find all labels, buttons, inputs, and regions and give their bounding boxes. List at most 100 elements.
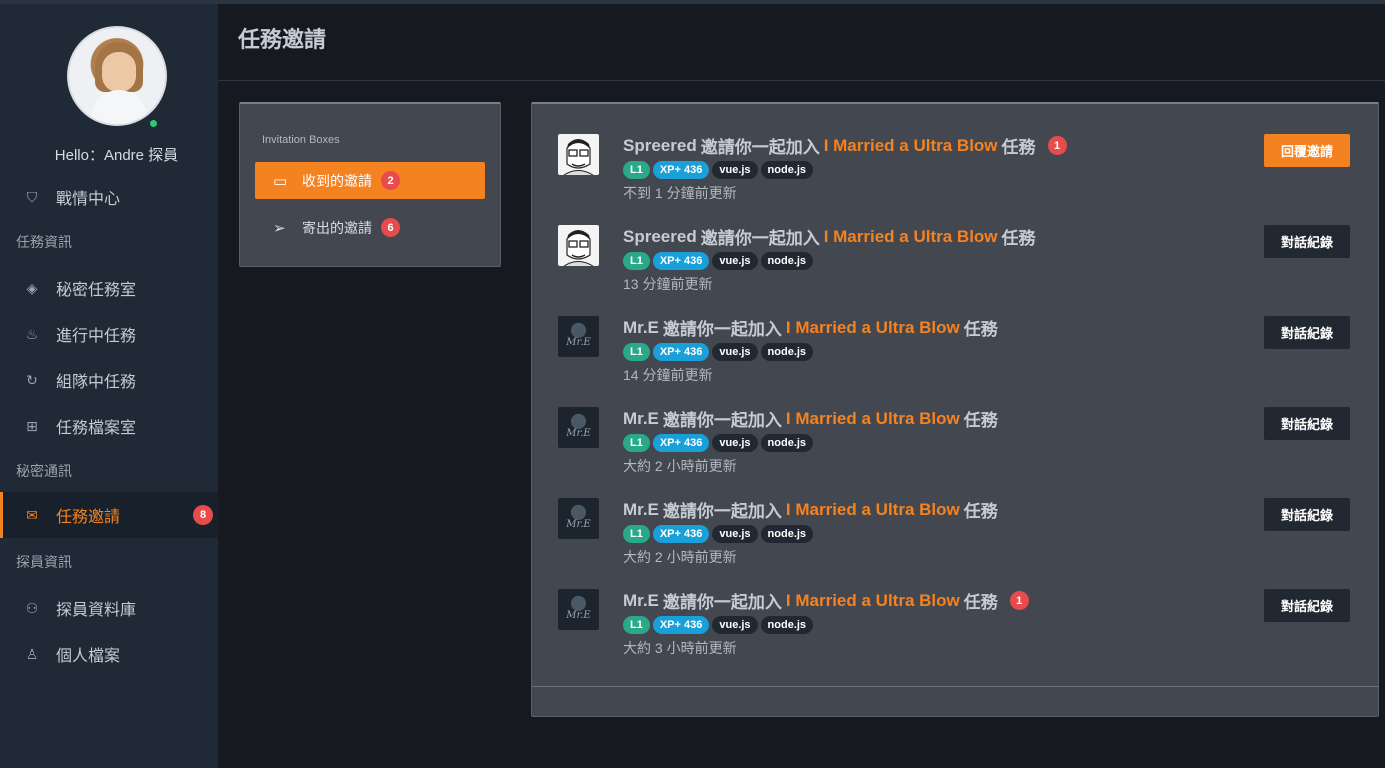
level-tag: L1: [623, 434, 650, 452]
tag-list: L1 XP+ 436 vue.js node.js: [623, 434, 814, 452]
sidebar-item-archive[interactable]: ⊞ 任務檔案室: [0, 403, 218, 449]
reply-invitation-button[interactable]: 回覆邀請: [1264, 134, 1350, 167]
project-link[interactable]: I Married a Ultra Blow: [824, 227, 998, 247]
invite-text: 邀請你一起加入: [662, 411, 782, 430]
invite-text: 邀請你一起加入: [700, 229, 820, 248]
online-status-icon: [149, 119, 158, 128]
section-secret-comms: 秘密通訊: [16, 463, 72, 479]
mission-suffix: 任務: [963, 502, 998, 521]
mission-suffix: 任務: [1001, 138, 1036, 157]
avatar-drawing: [563, 139, 594, 175]
refresh-icon: ↻: [26, 371, 38, 388]
sidebar-item-label: 組隊中任務: [56, 374, 137, 391]
invitation-title: Mr.E 邀請你一起加入 I Married a Ultra Blow 任務: [623, 315, 998, 340]
unread-badge: 1: [1047, 136, 1067, 155]
invitation-count-badge: 8: [193, 505, 213, 525]
user-avatar[interactable]: Mr.E: [558, 407, 599, 448]
inviter-name[interactable]: Mr.E: [623, 409, 659, 429]
users-icon: ⚇: [25, 599, 39, 616]
xp-tag: XP+ 436: [652, 525, 710, 543]
sidebar-item-in-progress[interactable]: ♨ 進行中任務: [0, 311, 218, 357]
avatar-logo-text: Mr.E: [566, 610, 591, 621]
tag-list: L1 XP+ 436 vue.js node.js: [623, 525, 814, 543]
greeting: Hello：Andre 探員: [54, 147, 179, 164]
sidebar-item-dashboard[interactable]: ⛉ 戰情中心: [0, 174, 218, 220]
tag-list: L1 XP+ 436 vue.js node.js: [623, 616, 814, 634]
updated-time: 大約 3 小時前更新: [623, 640, 737, 656]
skill-tag: vue.js: [712, 343, 758, 361]
skill-tag: node.js: [760, 343, 814, 361]
level-tag: L1: [623, 616, 650, 634]
user-avatar[interactable]: Mr.E: [558, 498, 599, 539]
project-link[interactable]: I Married a Ultra Blow: [824, 136, 998, 156]
shield-icon: ⛉: [26, 188, 38, 205]
paper-plane-icon: ➢: [273, 219, 286, 237]
envelope-icon: ✉: [26, 506, 38, 523]
sidebar-item-team-building[interactable]: ↻ 組隊中任務: [0, 357, 218, 403]
skill-tag: node.js: [760, 252, 814, 270]
user-avatar[interactable]: [558, 225, 599, 266]
level-tag: L1: [623, 252, 650, 270]
sidebar-item-label: 任務檔案室: [56, 420, 137, 437]
fire-icon: ♨: [25, 325, 39, 342]
skill-tag: node.js: [760, 525, 814, 543]
invitation-row: Spreered 邀請你一起加入 I Married a Ultra Blow 任務 1…: [532, 104, 1378, 201]
level-tag: L1: [623, 161, 650, 179]
invite-text: 邀請你一起加入: [662, 320, 782, 339]
skill-tag: vue.js: [712, 161, 758, 179]
inviter-name[interactable]: Spreered: [623, 227, 697, 247]
sent-invitations-button[interactable]: ➢ 寄出的邀請 6: [255, 209, 485, 246]
sidebar-item-secret-room[interactable]: ◈ 秘密任務室: [0, 265, 218, 311]
xp-tag: XP+ 436: [652, 161, 710, 179]
invitation-row: Mr.E Mr.E 邀請你一起加入 I Married a Ultra Blow 任務 L…: [532, 377, 1378, 474]
chat-history-button[interactable]: 對話紀錄: [1264, 316, 1350, 349]
invitation-list: Spreered 邀請你一起加入 I Married a Ultra Blow 任務 1…: [531, 102, 1379, 717]
avatar-logo-text: Mr.E: [566, 428, 591, 439]
user-avatar[interactable]: [558, 134, 599, 175]
project-link[interactable]: I Married a Ultra Blow: [786, 500, 960, 520]
invitation-row: Mr.E Mr.E 邀請你一起加入 I Married a Ultra Blow 任務 1…: [532, 559, 1378, 656]
user-icon: ♙: [25, 645, 39, 662]
received-label: 收到的邀請: [302, 172, 372, 189]
invitation-row: Mr.E Mr.E 邀請你一起加入 I Married a Ultra Blow 任務 L…: [532, 468, 1378, 565]
inviter-name[interactable]: Mr.E: [623, 591, 659, 611]
invite-text: 邀請你一起加入: [662, 502, 782, 521]
project-link[interactable]: I Married a Ultra Blow: [786, 409, 960, 429]
sidebar-item-label: 秘密任務室: [56, 282, 137, 299]
invitation-title: Spreered 邀請你一起加入 I Married a Ultra Blow 任務 1: [623, 133, 1067, 158]
list-footer-divider: [532, 686, 1378, 687]
sidebar-item-profile[interactable]: ♙ 個人檔案: [0, 631, 218, 677]
inviter-name[interactable]: Mr.E: [623, 500, 659, 520]
received-invitations-button[interactable]: ▭ 收到的邀請 2: [255, 162, 485, 199]
inviter-name[interactable]: Spreered: [623, 136, 697, 156]
layers-icon: ◈: [26, 279, 38, 296]
xp-tag: XP+ 436: [652, 434, 710, 452]
chat-history-button[interactable]: 對話紀錄: [1264, 407, 1350, 440]
sent-count-badge: 6: [381, 218, 400, 237]
user-avatar[interactable]: Mr.E: [558, 316, 599, 357]
skill-tag: node.js: [760, 434, 814, 452]
level-tag: L1: [623, 343, 650, 361]
project-link[interactable]: I Married a Ultra Blow: [786, 318, 960, 338]
sidebar-item-label: 個人檔案: [56, 648, 121, 665]
inviter-name[interactable]: Mr.E: [623, 318, 659, 338]
invitation-title: Spreered 邀請你一起加入 I Married a Ultra Blow 任務: [623, 224, 1036, 249]
project-link[interactable]: I Married a Ultra Blow: [786, 591, 960, 611]
sidebar-item-label: 任務邀請: [56, 509, 121, 526]
chat-history-button[interactable]: 對話紀錄: [1264, 498, 1350, 531]
invitation-boxes-panel: Invitation Boxes ▭ 收到的邀請 2 ➢ 寄出的邀請 6: [239, 102, 501, 267]
section-agent-info: 探員資訊: [16, 554, 72, 570]
chat-history-button[interactable]: 對話紀錄: [1264, 589, 1350, 622]
avatar-logo-text: Mr.E: [566, 519, 591, 530]
avatar[interactable]: [67, 26, 167, 126]
user-avatar[interactable]: Mr.E: [558, 589, 599, 630]
xp-tag: XP+ 436: [652, 616, 710, 634]
mission-suffix: 任務: [963, 320, 998, 339]
chat-history-button[interactable]: 對話紀錄: [1264, 225, 1350, 258]
sidebar-item-agent-database[interactable]: ⚇ 探員資料庫: [0, 585, 218, 631]
sidebar-item-invitations[interactable]: ✉ 任務邀請 8: [0, 492, 218, 538]
mission-suffix: 任務: [963, 593, 998, 612]
invitation-title: Mr.E 邀請你一起加入 I Married a Ultra Blow 任務: [623, 406, 998, 431]
invite-text: 邀請你一起加入: [700, 138, 820, 157]
sidebar-item-label: 戰情中心: [56, 191, 121, 208]
